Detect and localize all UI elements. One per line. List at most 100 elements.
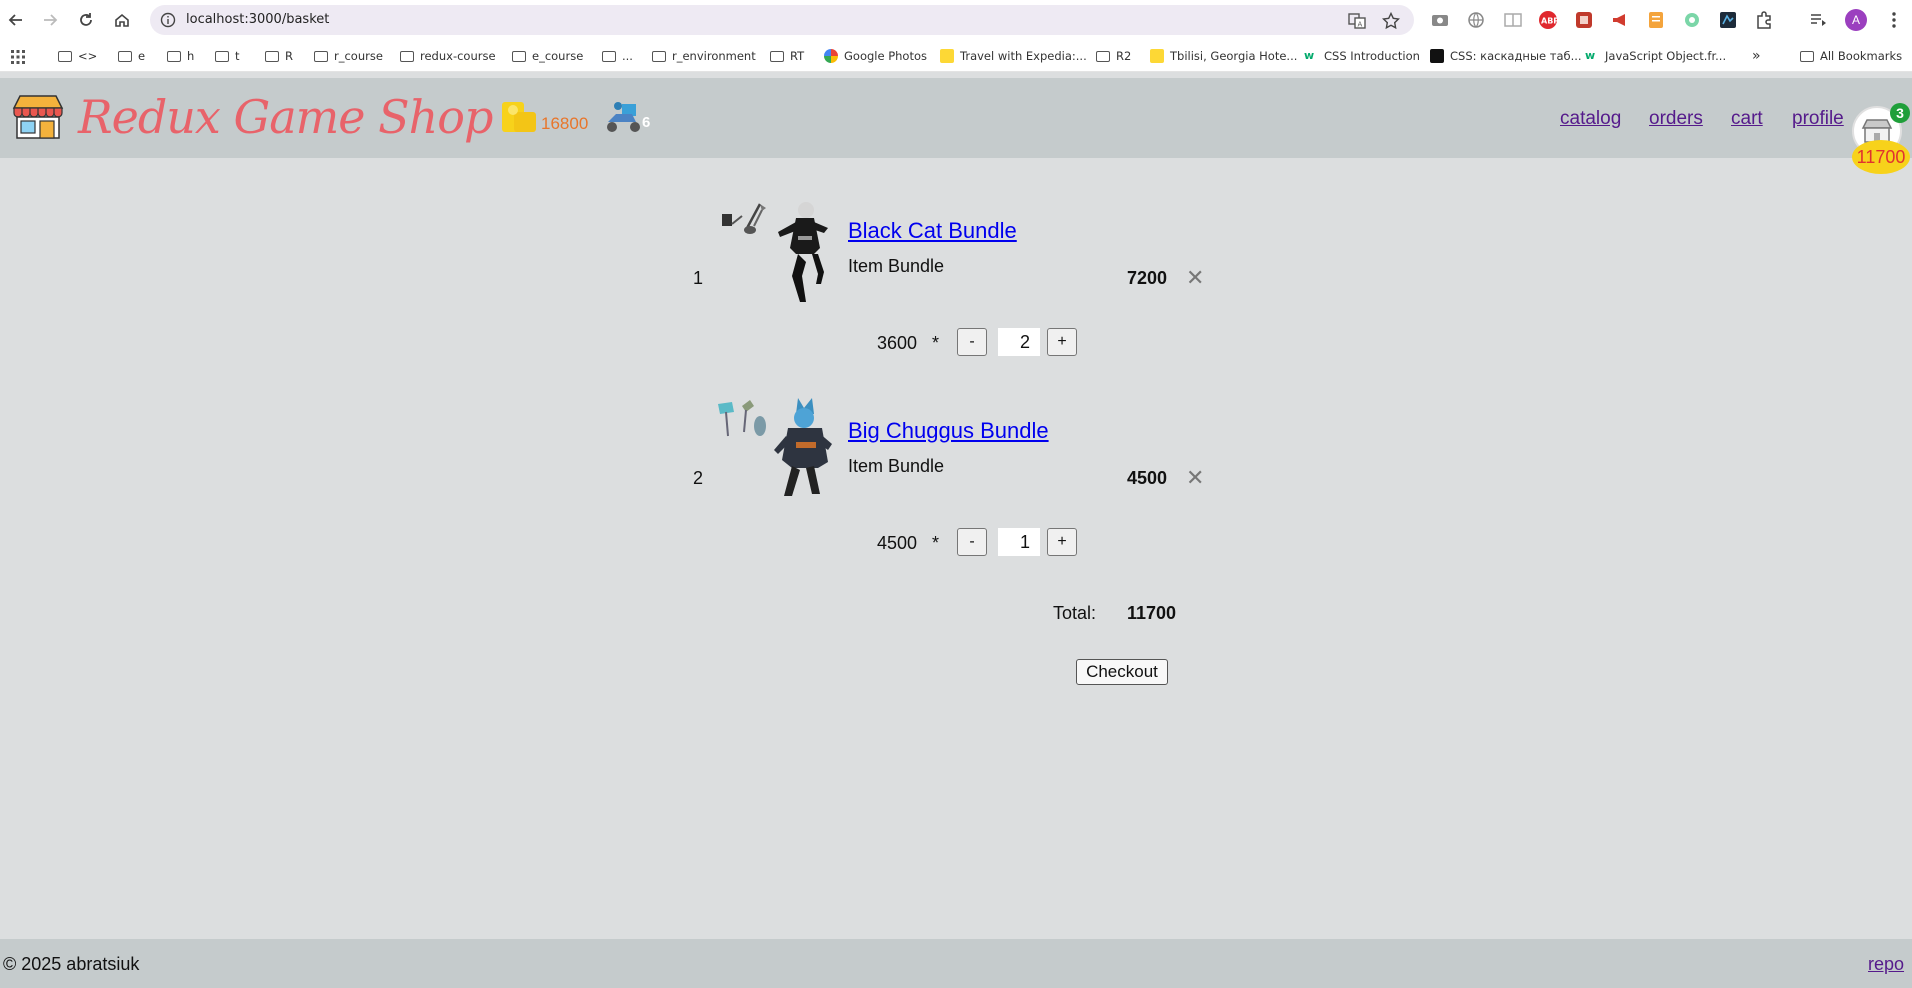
quantity-input[interactable]: [998, 528, 1040, 556]
item-subtotal: 4500: [1127, 468, 1168, 488]
bookmark-folder[interactable]: t: [215, 48, 240, 64]
folder-icon: [167, 50, 181, 62]
extensions-puzzle-icon[interactable]: [1754, 10, 1774, 30]
unit-price: 3600: [877, 333, 918, 353]
green-extension-icon[interactable]: [1682, 10, 1702, 30]
app-header: Redux Game Shop 16800 6 catalog orders c…: [0, 78, 1912, 158]
checkout-button[interactable]: Checkout: [1076, 659, 1168, 685]
reload-icon[interactable]: [74, 8, 98, 32]
bookmark-folder[interactable]: ...: [602, 48, 633, 64]
w3schools-icon: w: [1585, 49, 1599, 63]
bookmark-folder[interactable]: <>: [58, 48, 97, 64]
bookmark-css-cascade[interactable]: CSS: каскадные таб...: [1430, 48, 1582, 64]
more-bookmarks-button[interactable]: »: [1752, 48, 1761, 64]
item-title-link[interactable]: Big Chuggus Bundle: [848, 418, 1049, 444]
notes-extension-icon[interactable]: [1646, 10, 1666, 30]
increase-quantity-button[interactable]: +: [1047, 528, 1077, 556]
folder-icon: [400, 50, 414, 62]
bookmark-folder[interactable]: r_course: [314, 48, 383, 64]
folder-icon: [602, 50, 616, 62]
translate-icon[interactable]: A: [1348, 12, 1366, 30]
bookmark-folder[interactable]: e: [118, 48, 145, 64]
copyright-text: © 2025 abratsiuk: [3, 954, 140, 974]
home-icon[interactable]: [110, 8, 134, 32]
bookmark-folder[interactable]: RT: [770, 48, 804, 64]
forward-arrow-icon[interactable]: [38, 8, 62, 32]
decrease-quantity-button[interactable]: -: [957, 328, 987, 356]
bookmark-google-photos[interactable]: Google Photos: [824, 48, 927, 64]
multiply-sign: *: [932, 533, 940, 553]
url-text[interactable]: localhost:3000/basket: [186, 12, 329, 27]
bookmark-folder[interactable]: h: [167, 48, 194, 64]
remove-item-button[interactable]: ✕: [1186, 265, 1204, 291]
svg-text:ABP: ABP: [1541, 17, 1558, 26]
cart-count-badge: 3: [1890, 103, 1910, 123]
multiply-sign: *: [932, 333, 940, 353]
folder-icon: [512, 50, 526, 62]
expedia-icon: [1150, 49, 1164, 63]
item-type: Item Bundle: [848, 456, 945, 476]
svg-text:A: A: [1358, 21, 1363, 29]
quantity-input[interactable]: [998, 328, 1040, 356]
bookmark-css-intro[interactable]: w CSS Introduction: [1304, 48, 1420, 64]
megaphone-extension-icon[interactable]: [1610, 10, 1630, 30]
bookmark-folder[interactable]: r_environment: [652, 48, 756, 64]
delivery-count: 6: [642, 114, 651, 131]
shop-logo-icon[interactable]: [12, 94, 64, 140]
total-label: Total:: [1053, 603, 1097, 623]
all-bookmarks[interactable]: All Bookmarks: [1800, 48, 1902, 64]
screenshot-extension-icon[interactable]: [1430, 10, 1450, 30]
bookmark-folder[interactable]: R: [265, 48, 293, 64]
bookmark-folder[interactable]: redux-course: [400, 48, 496, 64]
folder-icon: [215, 50, 229, 62]
nav-profile-link[interactable]: profile: [1792, 108, 1844, 130]
total-value: 11700: [1127, 603, 1177, 623]
folder-icon: [265, 50, 279, 62]
nav-catalog-link[interactable]: catalog: [1560, 108, 1621, 130]
item-title-link[interactable]: Black Cat Bundle: [848, 218, 1017, 244]
delivery-scooter-icon[interactable]: [604, 100, 644, 134]
item-type: Item Bundle: [848, 256, 945, 276]
folder-icon: [314, 50, 328, 62]
dark-extension-icon[interactable]: [1718, 10, 1738, 30]
row-index: 1: [693, 268, 704, 288]
globe-extension-icon[interactable]: [1466, 10, 1486, 30]
cart-total-badge: 11700: [1852, 140, 1910, 174]
back-arrow-icon[interactable]: [4, 8, 28, 32]
nav-orders-link[interactable]: orders: [1649, 108, 1703, 130]
nav-cart-link[interactable]: cart: [1731, 108, 1763, 130]
browser-profile-avatar[interactable]: A: [1845, 9, 1867, 31]
folder-icon: [652, 50, 666, 62]
expedia-icon: [940, 49, 954, 63]
coins-icon: [502, 102, 536, 132]
browser-menu-icon[interactable]: [1884, 10, 1904, 30]
folder-icon: [770, 50, 784, 62]
bookmark-star-icon[interactable]: [1382, 12, 1400, 30]
address-bar[interactable]: localhost:3000/basket A: [150, 5, 1414, 35]
folder-icon: [118, 50, 132, 62]
black-cat-bundle-image[interactable]: [716, 196, 836, 306]
coins-balance: 16800: [541, 114, 589, 133]
increase-quantity-button[interactable]: +: [1047, 328, 1077, 356]
bookmark-js-object[interactable]: w JavaScript Object.fr...: [1585, 48, 1726, 64]
red-extension-icon[interactable]: [1574, 10, 1594, 30]
bookmark-expedia[interactable]: Travel with Expedia:...: [940, 48, 1087, 64]
decrease-quantity-button[interactable]: -: [957, 528, 987, 556]
w3schools-icon: w: [1304, 49, 1318, 63]
reader-extension-icon[interactable]: [1503, 10, 1523, 30]
bookmark-folder[interactable]: e_course: [512, 48, 583, 64]
app-title[interactable]: Redux Game Shop: [78, 90, 493, 144]
big-chuggus-bundle-image[interactable]: [716, 396, 836, 506]
adblock-extension-icon[interactable]: ABP: [1538, 10, 1558, 30]
footer: © 2025 abratsiuk repo: [0, 939, 1912, 988]
row-index: 2: [693, 468, 704, 488]
site-info-icon[interactable]: [160, 12, 176, 28]
bookmark-tbilisi[interactable]: Tbilisi, Georgia Hote...: [1150, 48, 1297, 64]
repo-link[interactable]: repo: [1868, 954, 1904, 975]
remove-item-button[interactable]: ✕: [1186, 465, 1204, 491]
bookmark-folder[interactable]: R2: [1096, 48, 1131, 64]
folder-icon: [1800, 50, 1814, 62]
media-queue-icon[interactable]: [1808, 10, 1828, 30]
browser-toolbar: localhost:3000/basket A ABP A: [0, 0, 1912, 40]
apps-grid-icon[interactable]: [10, 49, 26, 65]
